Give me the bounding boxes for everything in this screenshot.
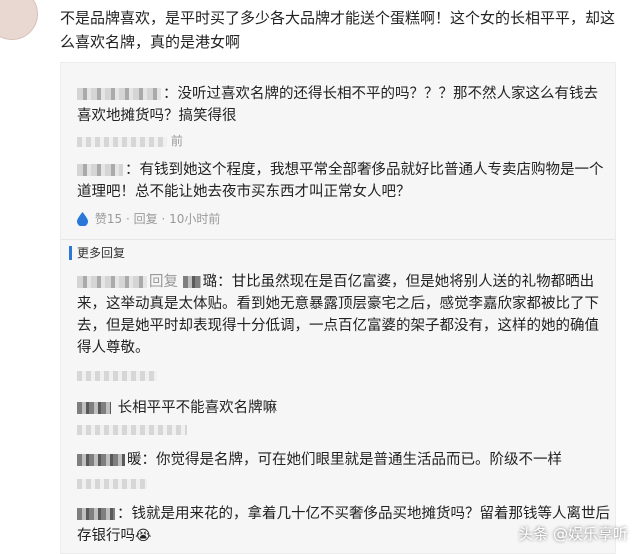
reply-2-meta: 赞15 · 回复 · 10小时前 [77,211,220,230]
more-reply-1: 回复 璐：甘比虽然现在是百亿富婆，但是她将别人送的礼物都晒出来，这举动真是太体贴… [77,271,612,359]
meta-blurred [77,479,147,489]
more-reply-2-text: 长相平平不能喜欢名牌嘛 [117,400,278,416]
meta-blurred [77,136,167,147]
reply-username[interactable]: 暖 [127,452,142,468]
crying-emoji-icon: 😭 [135,528,152,544]
reply-1-meta: 前 [77,133,183,149]
reply-2-time: 10小时前 [169,212,221,226]
reply-1: ：没听过喜欢名牌的还得长相不平的吗？？？那不然人家这么有钱去喜欢地摊货吗？搞笑得… [77,83,612,127]
reply-username[interactable]: 璐 [203,274,218,290]
username-blurred[interactable] [182,276,201,288]
watermark: 头条 @娱乐享听 [518,525,628,543]
avatar[interactable] [0,0,38,40]
reply-box: ：没听过喜欢名牌的还得长相不平的吗？？？那不然人家这么有钱去喜欢地摊货吗？搞笑得… [60,62,616,554]
username-blurred[interactable] [77,276,147,288]
username-blurred[interactable] [77,88,161,100]
reply-prefix[interactable]: 回复 [149,274,178,290]
more-reply-3-text: ：你觉得是名牌，可在她们眼里就是普通生活品而已。阶级不一样 [141,452,563,468]
meta-blurred [77,371,157,381]
like-drop-icon[interactable] [77,212,88,230]
like-count[interactable]: 赞15 [95,212,122,226]
reply-2: ：有钱到她这个程度，我想平常全部奢侈品就好比普通人专卖店购物是一个道理吧！总不能… [77,159,612,203]
reply-1-time: 前 [170,134,183,148]
more-reply-2: 长相平平不能喜欢名牌嘛 [77,397,612,419]
reply-button[interactable]: 回复 [134,212,158,226]
username-blurred[interactable] [77,454,125,466]
more-replies-bar: 更多回复 [61,239,615,266]
main-comment-text: 不是品牌喜欢，是平时买了多少各大品牌才能送个蛋糕啊！这个女的长相平平，却这么喜欢… [60,9,616,51]
username-blurred[interactable] [77,402,111,414]
username-blurred[interactable] [77,508,115,520]
username-blurred[interactable] [77,164,123,176]
reply-2-text: ：有钱到她这个程度，我想平常全部奢侈品就好比普通人专卖店购物是一个道理吧！总不能… [77,162,604,200]
more-replies-label[interactable]: 更多回复 [69,246,125,260]
more-reply-3: 暖：你觉得是名牌，可在她们眼里就是普通生活品而已。阶级不一样 [77,449,612,471]
meta-blurred [77,425,187,435]
